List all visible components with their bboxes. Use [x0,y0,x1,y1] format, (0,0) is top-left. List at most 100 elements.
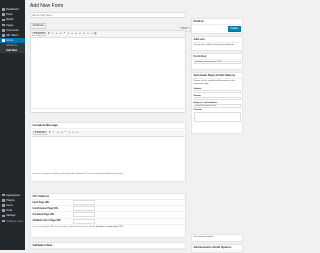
complete-message-box: Complete Message Paragraph B I ≡ ≡ ❝ ≡ ≡… [30,122,186,182]
sidebar-sub-label: All Forms [6,44,17,48]
sidebar-item-label: Pages [6,23,14,27]
field-label: Confirmation Page URL [32,207,59,210]
publish-heading: Publish [192,19,242,25]
sidebar-item-label: Users [6,203,13,207]
numbered-list-icon[interactable]: ≡ [60,131,63,135]
confirmation-page-url-field[interactable] [73,206,95,212]
toolbar-toggle-icon[interactable]: ▦ [94,32,97,36]
form-shortcode: [mwform_formkey key="12"] [95,225,124,228]
blockquote-icon[interactable]: ❝ [63,32,66,36]
sidebar-item-label: Tools [6,209,13,213]
complete-message-textarea[interactable] [31,138,185,172]
sidebar-collapse[interactable]: Collapse menu [0,218,25,223]
users-icon [2,204,5,207]
sidebar-top-spacer [0,0,25,7]
sidebar-sub-label: Add New [6,48,18,52]
sidebar-item-label: WP Ultimo [6,34,19,38]
editor-status-bar [31,108,185,112]
auto-reply-text: Please set the e-mail field that receive… [193,80,236,85]
form-key-value[interactable]: [mwform_formkey key="12"] [193,60,241,64]
sidebar-item-label: Media [6,18,14,22]
more-icon[interactable]: ▭ [86,32,89,36]
tools-icon [2,209,5,212]
admin-sidebar: Dashboard Posts Media Pages Comments WP … [0,0,25,250]
unlink-icon[interactable]: ⊘ [83,32,86,36]
complete-message-note: Leave this empty to not add a confirmati… [32,173,124,175]
bullet-list-icon[interactable]: ≡ [55,32,58,36]
sidebar-item-label: Plugins [6,198,15,202]
sidebar-item-label: Comments [6,28,19,32]
admin-email-heading: Administrator Email Options [192,245,242,251]
align-center-icon[interactable]: ≡ [72,131,75,135]
fullscreen-icon[interactable]: ⤢ [90,32,93,36]
align-center-icon[interactable]: ≡ [71,32,74,36]
sidebar-item-label: Appearance [6,193,21,197]
forms-icon [2,39,5,43]
options-description: You can specify the URL for each page. L… [31,225,185,229]
complete-message-heading: Complete Message [31,123,185,129]
publish-box: Publish Publish [191,18,243,34]
field-label: Validation Error Page URL [32,220,62,223]
complete-page-url-field[interactable] [73,212,95,218]
form-key-heading: Form Key [192,54,242,60]
italic-icon[interactable]: I [51,32,54,36]
auto-reply-box: Automatic Reply Email Options Please set… [191,72,243,134]
pending-box: Use tracking number [191,234,243,242]
add-ons-box: Add-ons You can use add-ons by purchasin… [191,36,243,51]
editor-toolbar: Paragraph B I ≡ ≡ ❝ ≡ ≡ ≡ ∞ ⊘ ▭ ⤢ ▦ [31,31,185,38]
right-column: Publish Publish Add-ons You can use add-… [191,18,243,253]
field-label: Input Page URL [32,201,50,204]
italic-icon[interactable]: I [52,131,55,135]
pending-text: Use tracking number [193,236,214,238]
complete-message-toolbar: Paragraph B I ≡ ≡ ❝ ≡ ≡ ∞ [32,130,184,137]
sidebar-item-label: Collapse menu [6,219,24,223]
dashboard-icon [2,8,5,11]
content-editor: Paragraph B I ≡ ≡ ❝ ≡ ≡ ≡ ∞ ⊘ ▭ ⤢ ▦ [30,30,186,113]
form-key-box: Form Key [mwform_formkey key="12"] [191,53,243,70]
format-select[interactable]: Paragraph [32,32,46,36]
field-label: Complete Page URL [32,213,55,216]
input-page-url-field[interactable] [73,200,95,206]
posts-icon [2,13,5,17]
page-title: Add New Form [30,3,64,9]
sidebar-item-label: Dashboard [6,8,19,12]
align-left-icon[interactable]: ≡ [68,131,71,135]
validation-error-page-url-field[interactable] [73,218,95,224]
sidebar-item-label: Posts [6,13,13,17]
blockquote-icon[interactable]: ❝ [64,131,67,135]
plugins-icon [2,198,5,202]
add-media-button-wrap: Add Media [30,23,46,29]
add-ons-text: You can use add-ons by purchasing them. [193,44,235,46]
validation-rule-box: Validation Rule [30,242,186,250]
form-options-box: CF7 Options Input Page URL Confirmation … [30,193,186,238]
content-field[interactable] [193,111,241,122]
format-select[interactable]: Paragraph [33,131,47,135]
editor-textarea[interactable] [31,38,185,108]
comments-icon [2,29,5,32]
publish-button-wrap: Publish [227,26,241,32]
collapse-icon [2,219,5,223]
appearance-icon [2,193,5,197]
media-icon [2,18,5,22]
title-input[interactable]: Enter title here [30,12,186,18]
validation-rule-heading: Validation Rule [31,243,185,249]
sidebar-item-label: Settings [6,214,16,218]
publish-button[interactable]: Publish [227,26,241,32]
main-content: Add New Form Enter title here Add Media … [28,0,250,253]
bold-icon[interactable]: B [49,131,52,135]
numbered-list-icon[interactable]: ≡ [59,32,62,36]
pages-icon [2,23,5,27]
bold-icon[interactable]: B [48,32,51,36]
sidebar-item-label: Forms [6,39,14,43]
options-description-text: You can specify the URL for each page. L… [32,225,96,228]
add-media-button[interactable]: Add Media [30,23,46,29]
admin-email-box: Administrator Email Options [191,244,243,253]
align-left-icon[interactable]: ≡ [67,32,70,36]
bullet-list-icon[interactable]: ≡ [56,131,59,135]
plugin-icon [2,34,5,37]
align-right-icon[interactable]: ≡ [75,32,78,36]
link-icon[interactable]: ∞ [76,131,79,135]
settings-icon [2,214,5,218]
link-icon[interactable]: ∞ [79,32,82,36]
